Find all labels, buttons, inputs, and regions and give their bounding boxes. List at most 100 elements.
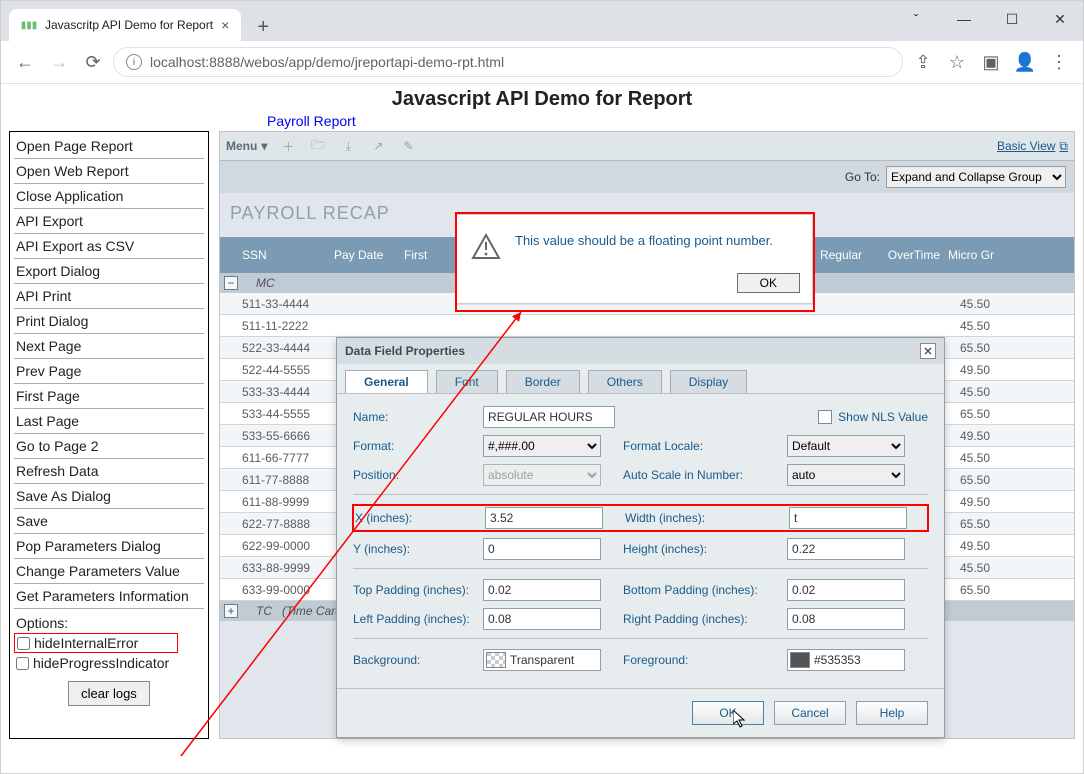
sidebar-item[interactable]: Get Parameters Information xyxy=(14,584,204,609)
add-icon[interactable]: ＋ xyxy=(279,138,297,155)
alert-text: This value should be a floating point nu… xyxy=(515,233,798,248)
table-row[interactable]: 511-11-222245.50 xyxy=(220,315,1074,337)
left-pad-input[interactable] xyxy=(483,608,601,630)
expand-collapse-icon[interactable]: − xyxy=(224,276,238,290)
sidebar-item[interactable]: First Page xyxy=(14,384,204,409)
basic-view-link[interactable]: Basic View ⧉ xyxy=(997,139,1068,154)
url-text: localhost:8888/webos/app/demo/jreportapi… xyxy=(150,54,504,70)
expand-collapse-icon[interactable]: + xyxy=(224,604,238,618)
hide-internal-error-checkbox[interactable] xyxy=(17,637,30,650)
clear-logs-button[interactable]: clear logs xyxy=(68,681,150,706)
warning-icon xyxy=(471,233,501,261)
site-info-icon[interactable]: i xyxy=(126,54,142,70)
hide-progress-indicator-label: hideProgressIndicator xyxy=(33,655,169,671)
minimize-icon[interactable]: — xyxy=(947,5,981,33)
background-label: Background: xyxy=(353,653,483,667)
viewer-menu-button[interactable]: Menu ▾ xyxy=(226,139,267,153)
tab-general[interactable]: General xyxy=(345,370,428,393)
bookmark-icon[interactable]: ☆ xyxy=(943,48,971,76)
right-pad-input[interactable] xyxy=(787,608,905,630)
foreground-swatch-icon xyxy=(790,652,810,668)
dialog-help-button[interactable]: Help xyxy=(856,701,928,725)
format-locale-label: Format Locale: xyxy=(623,439,787,453)
reload-button[interactable]: ⟳ xyxy=(79,48,107,76)
sidebar-item[interactable]: Save As Dialog xyxy=(14,484,204,509)
back-button[interactable]: ← xyxy=(11,48,39,76)
tab-display[interactable]: Display xyxy=(670,370,747,393)
recap-title: PAYROLL RECAP xyxy=(230,203,390,224)
sidebar-item[interactable]: Next Page xyxy=(14,334,204,359)
transparent-swatch-icon xyxy=(486,652,506,668)
kebab-menu-icon[interactable]: ⋮ xyxy=(1045,48,1073,76)
panel-icon[interactable]: ▣ xyxy=(977,48,1005,76)
download-icon[interactable]: ⤓ xyxy=(339,139,357,154)
data-field-properties-dialog: Data Field Properties ✕ General Font Bor… xyxy=(336,337,945,738)
show-nls-checkbox[interactable] xyxy=(818,410,832,424)
sidebar-item[interactable]: API Export as CSV xyxy=(14,234,204,259)
name-label: Name: xyxy=(353,410,483,424)
dialog-ok-label: OK xyxy=(719,706,736,720)
tab-others[interactable]: Others xyxy=(588,370,662,393)
sidebar-item[interactable]: Save xyxy=(14,509,204,534)
share-icon[interactable]: ⇪ xyxy=(909,48,937,76)
format-locale-select[interactable]: Default xyxy=(787,435,905,457)
dialog-title: Data Field Properties xyxy=(345,344,465,358)
top-pad-input[interactable] xyxy=(483,579,601,601)
report-link[interactable]: Payroll Report xyxy=(267,113,1083,129)
sidebar-item[interactable]: Open Web Report xyxy=(14,159,204,184)
open-icon[interactable]: 🗁 xyxy=(309,136,327,157)
profile-icon[interactable]: 👤 xyxy=(1011,48,1039,76)
sidebar-item[interactable]: Print Dialog xyxy=(14,309,204,334)
sidebar-item[interactable]: Export Dialog xyxy=(14,259,204,284)
sidebar-item[interactable]: Go to Page 2 xyxy=(14,434,204,459)
height-input[interactable] xyxy=(787,538,905,560)
bottom-pad-input[interactable] xyxy=(787,579,905,601)
close-window-icon[interactable]: ✕ xyxy=(1043,5,1077,33)
position-select: absolute xyxy=(483,464,601,486)
browser-toolbar: ← → ⟳ i localhost:8888/webos/app/demo/jr… xyxy=(1,41,1083,84)
close-tab-icon[interactable]: × xyxy=(221,17,229,33)
viewer-toolbar: Menu ▾ ＋ 🗁 ⤓ ↗ ✎ Basic View ⧉ xyxy=(219,131,1075,161)
tab-border[interactable]: Border xyxy=(506,370,580,393)
autoscale-label: Auto Scale in Number: xyxy=(623,468,787,482)
caret-down-icon[interactable]: ˇ xyxy=(899,5,933,33)
x-input[interactable] xyxy=(485,507,603,529)
dialog-titlebar[interactable]: Data Field Properties ✕ xyxy=(337,338,944,364)
name-input[interactable] xyxy=(483,406,615,428)
sidebar-item[interactable]: Open Page Report xyxy=(14,134,204,159)
sidebar-item[interactable]: Close Application xyxy=(14,184,204,209)
dialog-tabs: General Font Border Others Display xyxy=(337,364,944,393)
hide-progress-indicator-option[interactable]: hideProgressIndicator xyxy=(14,653,204,673)
y-input[interactable] xyxy=(483,538,601,560)
width-input[interactable] xyxy=(789,507,907,529)
background-input[interactable]: Transparent xyxy=(483,649,601,671)
sidebar-item[interactable]: API Print xyxy=(14,284,204,309)
maximize-icon[interactable]: ☐ xyxy=(995,5,1029,33)
format-label: Format: xyxy=(353,439,483,453)
tab-font[interactable]: Font xyxy=(436,370,498,393)
sidebar-item[interactable]: Change Parameters Value xyxy=(14,559,204,584)
hide-internal-error-option[interactable]: hideInternalError xyxy=(14,633,178,653)
address-bar[interactable]: i localhost:8888/webos/app/demo/jreporta… xyxy=(113,47,903,77)
new-tab-button[interactable]: + xyxy=(249,13,277,41)
edit-icon[interactable]: ✎ xyxy=(399,139,417,153)
format-select[interactable]: #,###.00 xyxy=(483,435,601,457)
position-label: Position: xyxy=(353,468,483,482)
dialog-ok-button[interactable]: OK xyxy=(692,701,764,725)
sidebar-item[interactable]: API Export xyxy=(14,209,204,234)
sidebar-item[interactable]: Pop Parameters Dialog xyxy=(14,534,204,559)
sidebar-item[interactable]: Refresh Data xyxy=(14,459,204,484)
alert-ok-button[interactable]: OK xyxy=(737,273,800,293)
sidebar-item[interactable]: Prev Page xyxy=(14,359,204,384)
top-pad-label: Top Padding (inches): xyxy=(353,583,483,597)
sidebar-item[interactable]: Last Page xyxy=(14,409,204,434)
window-controls: ˇ — ☐ ✕ xyxy=(899,5,1077,33)
foreground-input[interactable]: #535353 xyxy=(787,649,905,671)
export-icon[interactable]: ↗ xyxy=(369,139,387,153)
browser-tab[interactable]: ▮▮▮ Javascritp API Demo for Report × xyxy=(9,9,241,41)
dialog-close-icon[interactable]: ✕ xyxy=(920,343,936,359)
autoscale-select[interactable]: auto xyxy=(787,464,905,486)
hide-progress-indicator-checkbox[interactable] xyxy=(16,657,29,670)
goto-select[interactable]: Expand and Collapse Group xyxy=(886,166,1066,188)
dialog-cancel-button[interactable]: Cancel xyxy=(774,701,846,725)
